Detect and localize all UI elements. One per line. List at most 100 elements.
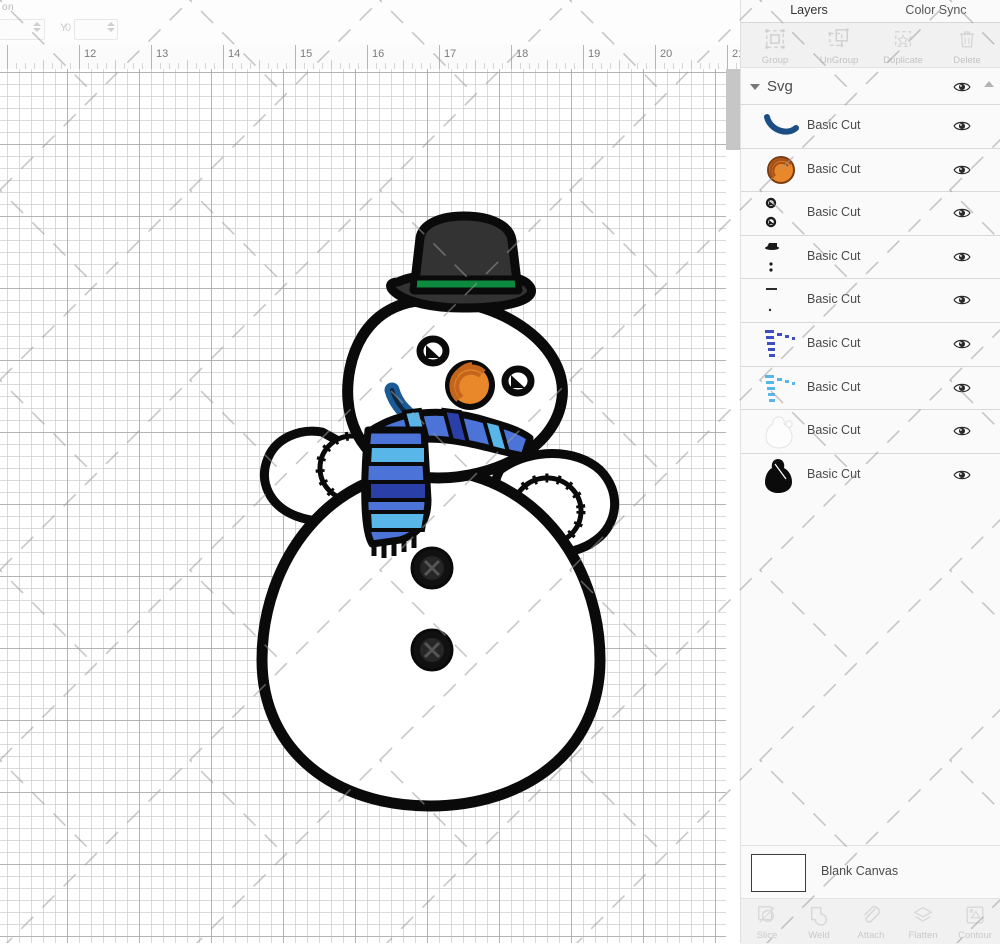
duplicate-button[interactable]: Duplicate — [871, 25, 935, 67]
layer-group-label: Svg — [767, 78, 793, 95]
table-row[interactable]: Basic Cut — [741, 191, 1000, 235]
ruler-major-tick — [439, 45, 440, 69]
layer-thumbnail-eyes — [765, 197, 777, 228]
weld-icon — [810, 906, 828, 926]
ungroup-button[interactable]: UnGroup — [807, 25, 871, 67]
layer-group-row[interactable]: Svg — [741, 72, 1000, 104]
snowman-artwork[interactable] — [0, 69, 740, 943]
eye-icon[interactable] — [953, 468, 971, 482]
eye-icon[interactable] — [953, 206, 971, 220]
ruler-label: 18 — [516, 48, 529, 60]
tab-color-sync[interactable]: Color Sync — [879, 0, 993, 22]
horizontal-ruler[interactable]: 12 13 14 15 16 17 18 19 20 21 — [0, 45, 740, 70]
attach-button-label: Attach — [857, 930, 885, 941]
left-eye — [416, 335, 450, 367]
eye-icon[interactable] — [953, 80, 971, 94]
weld-button-label: Weld — [808, 930, 830, 941]
blank-canvas-row[interactable]: Blank Canvas — [741, 846, 1000, 898]
layer-thumbnail-scarf-dark — [765, 329, 795, 357]
group-button-label: Group — [761, 55, 789, 66]
layer-thumbnail-body-black — [765, 458, 792, 493]
x-stepper[interactable] — [33, 22, 42, 35]
table-row[interactable]: Basic Cut — [741, 234, 1000, 279]
eye-icon[interactable] — [953, 337, 971, 351]
layer-name: Basic Cut — [807, 423, 861, 438]
y-stepper[interactable] — [107, 22, 116, 35]
ruler-major-tick — [7, 45, 8, 69]
design-surface[interactable] — [0, 69, 740, 943]
vertical-scrollbar[interactable] — [726, 69, 740, 943]
layer-thumbnail-smile — [764, 114, 799, 135]
scarf-tail-stripe-3 — [366, 510, 429, 532]
layer-thumbnail-hatband — [766, 288, 777, 312]
table-row[interactable]: Basic Cut — [741, 278, 1000, 322]
table-row[interactable]: Basic Cut — [741, 104, 1000, 148]
ruler-label: 19 — [588, 48, 601, 60]
contour-icon — [966, 906, 984, 924]
ruler-label: 21 — [732, 48, 740, 60]
flatten-button[interactable]: Flatten — [897, 900, 949, 944]
layer-toolbar: Group UnGroup Duplicate Delete — [741, 23, 1000, 68]
flatten-icon — [913, 906, 933, 922]
layer-name: Basic Cut — [807, 205, 861, 220]
table-row[interactable]: Basic Cut — [741, 409, 1000, 453]
group-icon — [765, 29, 785, 49]
layer-name: Basic Cut — [807, 292, 861, 307]
ungroup-icon — [828, 28, 849, 47]
duplicate-button-label: Duplicate — [883, 55, 923, 66]
eye-icon[interactable] — [953, 293, 971, 307]
layer-name: Basic Cut — [807, 466, 861, 481]
eye-icon[interactable] — [953, 119, 971, 133]
contour-button[interactable]: Contour — [949, 900, 1000, 944]
ruler-half-tick — [331, 60, 332, 69]
chevron-down-icon[interactable] — [750, 84, 760, 90]
blank-canvas-thumbnail[interactable] — [751, 854, 806, 892]
y-position-group: Y 0 — [60, 19, 118, 40]
table-row[interactable]: Basic Cut — [741, 365, 1000, 410]
layer-name: Basic Cut — [807, 118, 861, 132]
duplicate-icon — [894, 30, 912, 48]
tab-layers[interactable]: Layers — [749, 0, 869, 24]
panel-scroll-up-arrow[interactable] — [984, 81, 994, 87]
canvas-area: on Y 0 12 13 14 15 16 17 18 19 20 21 — [0, 0, 740, 943]
ruler-half-tick — [475, 60, 476, 69]
ruler-major-tick — [367, 45, 368, 69]
attach-button[interactable]: Attach — [845, 900, 897, 944]
layer-thumbnail-nose — [767, 155, 795, 184]
table-row[interactable]: Basic Cut — [741, 147, 1000, 192]
layer-thumbnail-hat — [765, 242, 779, 272]
ruler-half-tick — [43, 60, 44, 69]
ruler-major-tick — [295, 45, 296, 69]
panel-tabs: Layers Color Sync — [741, 0, 1000, 24]
eye-icon[interactable] — [953, 381, 971, 395]
scarf-tail-stripe-2 — [367, 480, 429, 502]
ruler-label: 15 — [300, 48, 313, 60]
vertical-scrollbar-thumb[interactable] — [726, 69, 740, 150]
eye-icon[interactable] — [953, 163, 971, 177]
blank-canvas-label: Blank Canvas — [821, 864, 899, 878]
ruler-half-tick — [259, 60, 260, 69]
position-toolbar: on Y 0 — [0, 0, 740, 46]
ruler-label: 20 — [660, 48, 673, 60]
eye-icon[interactable] — [953, 424, 971, 438]
y-position-value: 0 — [65, 22, 72, 34]
weld-button[interactable]: Weld — [793, 900, 845, 944]
ruler-label: 14 — [228, 48, 241, 60]
toolbar-truncated-label: on — [2, 2, 15, 13]
layer-name: Basic Cut — [807, 335, 861, 350]
eye-icon[interactable] — [953, 250, 971, 264]
table-row[interactable]: Basic Cut — [741, 452, 1000, 497]
ruler-half-tick — [115, 60, 116, 69]
layer-name: Basic Cut — [807, 161, 861, 176]
nose — [445, 360, 495, 410]
layers-panel: Layers Color Sync Group UnGroup Duplicat… — [740, 0, 1000, 944]
table-row[interactable]: Basic Cut — [741, 321, 1000, 366]
delete-button[interactable]: Delete — [935, 25, 999, 67]
trash-icon — [960, 31, 974, 48]
slice-button[interactable]: Slice — [741, 900, 793, 944]
scarf-tail-stripe-1 — [366, 444, 428, 466]
design-space-window: on Y 0 12 13 14 15 16 17 18 19 20 21 — [0, 0, 1000, 944]
layer-thumbnail-body-white — [765, 416, 793, 449]
ruler-label: 17 — [444, 48, 457, 60]
group-button[interactable]: Group — [743, 25, 807, 67]
